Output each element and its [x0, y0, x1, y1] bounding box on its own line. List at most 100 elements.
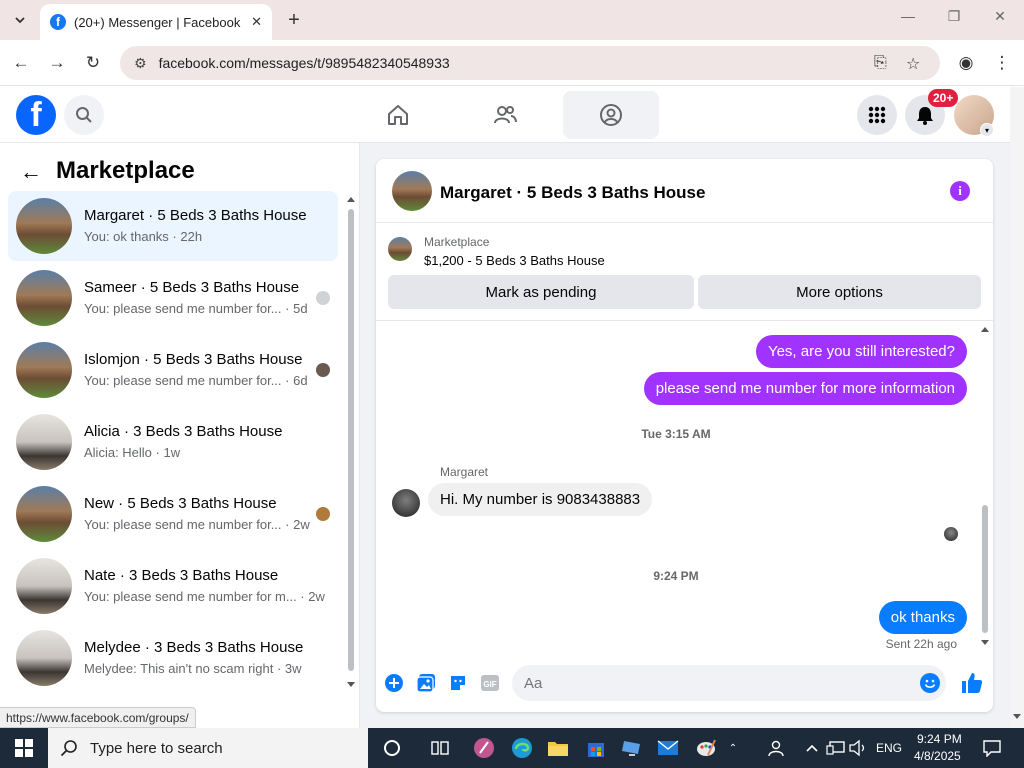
thread-nate[interactable]: Nate · 3 Beds 3 Baths House You: please …: [8, 551, 338, 621]
task-view-icon[interactable]: [428, 736, 452, 760]
chat-title[interactable]: Margaret · 5 Beds 3 Baths House: [440, 183, 705, 203]
thread-thumbnail: [16, 630, 72, 686]
paint-app-icon[interactable]: [694, 736, 718, 760]
like-button[interactable]: [960, 671, 984, 695]
sidebar-scrollbar[interactable]: [346, 195, 356, 687]
scroll-down-icon[interactable]: [346, 681, 356, 689]
mail-icon[interactable]: [656, 736, 680, 760]
scroll-up-icon[interactable]: [346, 195, 356, 203]
more-options-button[interactable]: More options: [698, 275, 981, 309]
file-explorer-icon[interactable]: [546, 736, 570, 760]
thread-name: Sameer · 5 Beds 3 Baths House: [84, 279, 300, 296]
message-input[interactable]: [512, 665, 946, 701]
scroll-up-icon[interactable]: [980, 325, 990, 333]
thread-new[interactable]: New · 5 Beds 3 Baths House You: please s…: [8, 479, 338, 549]
outgoing-message[interactable]: ok thanks: [878, 601, 967, 634]
friends-icon: [494, 106, 517, 124]
scroll-down-icon[interactable]: [980, 639, 990, 647]
sidebar-scroll-thumb[interactable]: [348, 209, 354, 671]
emoji-icon: [921, 674, 939, 692]
taskbar-scroll-chevrons-icon[interactable]: ⌃: [726, 736, 740, 760]
people-icon[interactable]: [762, 736, 786, 760]
clock-date[interactable]: 4/8/2025: [914, 749, 961, 763]
facebook-search-button[interactable]: [64, 95, 104, 135]
menu-grid-button[interactable]: [857, 95, 897, 135]
attach-photo-button[interactable]: [416, 673, 436, 693]
back-button[interactable]: ←: [8, 50, 34, 76]
scroll-down-icon[interactable]: [1012, 713, 1022, 721]
nav-tab-marketplace[interactable]: [563, 91, 659, 139]
thread-alicia[interactable]: Alicia · 3 Beds 3 Baths House Alicia: He…: [8, 407, 338, 477]
page-scrollbar[interactable]: [1010, 87, 1024, 728]
reload-button[interactable]: ↻: [80, 50, 106, 76]
thread-snippet: You: ok thanks · 22h: [84, 229, 203, 244]
thread-snippet: Melydee: This ain't no scam right · 3w: [84, 661, 302, 676]
browser-tab-bar: f (20+) Messenger | Facebook ✕ + — ❐ ✕: [0, 0, 1024, 40]
thread-name: New · 5 Beds 3 Baths House: [84, 495, 277, 512]
thread-snippet: You: please send me number for... · 6d: [84, 373, 308, 388]
tab-search-menu-button[interactable]: [6, 6, 34, 34]
facebook-favicon-icon: f: [50, 14, 66, 30]
link-status-bubble: https://www.facebook.com/groups/: [0, 707, 196, 728]
outgoing-message[interactable]: Yes, are you still interested?: [755, 335, 967, 368]
edge-browser-icon[interactable]: [510, 736, 534, 760]
emoji-button[interactable]: [920, 673, 940, 693]
browser-menu-icon[interactable]: ⋮: [989, 50, 1015, 76]
chat-panel: Margaret · 5 Beds 3 Baths House i Market…: [376, 159, 993, 712]
window-restore-button[interactable]: ❐: [942, 8, 966, 25]
message-composer: GIF: [376, 663, 993, 703]
site-settings-icon[interactable]: ⚙: [134, 55, 147, 72]
user-circle-icon: [600, 104, 622, 126]
chat-header-thumbnail[interactable]: [392, 171, 432, 211]
thread-islomjon[interactable]: Islomjon · 5 Beds 3 Baths House You: ple…: [8, 335, 338, 405]
add-attachment-button[interactable]: [384, 673, 404, 693]
sticker-button[interactable]: [448, 673, 468, 693]
new-tab-button[interactable]: +: [282, 8, 306, 32]
language-indicator[interactable]: ENG: [876, 741, 902, 755]
volume-icon[interactable]: [846, 736, 870, 760]
nav-tab-friends[interactable]: [457, 91, 553, 139]
facebook-logo[interactable]: f: [16, 95, 56, 135]
thread-thumbnail: [16, 486, 72, 542]
install-app-icon[interactable]: ⎘: [874, 54, 887, 72]
grid-menu-icon: [868, 106, 886, 124]
listing-thumbnail[interactable]: [388, 237, 412, 261]
show-hidden-icons-chevron-icon[interactable]: [800, 736, 824, 760]
address-bar[interactable]: ⚙ facebook.com/messages/t/98954823405489…: [120, 46, 940, 80]
nav-tab-home[interactable]: [350, 91, 446, 139]
forward-button[interactable]: →: [44, 50, 70, 76]
cortana-icon[interactable]: [380, 736, 404, 760]
message-scrollbar[interactable]: [980, 325, 990, 649]
message-scroll-thumb[interactable]: [982, 505, 988, 633]
store-icon[interactable]: [584, 736, 608, 760]
outgoing-message[interactable]: please send me number for more informati…: [643, 372, 967, 405]
window-close-button[interactable]: ✕: [988, 8, 1012, 25]
app-feather-icon[interactable]: [472, 736, 496, 760]
action-center-icon[interactable]: [980, 736, 1004, 760]
mark-as-pending-button[interactable]: Mark as pending: [388, 275, 694, 309]
network-icon[interactable]: [824, 736, 848, 760]
start-button[interactable]: [0, 728, 48, 768]
thread-sameer[interactable]: Sameer · 5 Beds 3 Baths House You: pleas…: [8, 263, 338, 333]
windows-taskbar: Type here to search ⌃ ENG 9:24 PM 4/8/20…: [0, 728, 1024, 768]
clock-time[interactable]: 9:24 PM: [917, 732, 962, 746]
profile-icon[interactable]: ◉: [953, 50, 979, 76]
bookmark-star-icon[interactable]: ☆: [906, 54, 920, 74]
incoming-message[interactable]: Hi. My number is 9083438883: [428, 483, 653, 516]
account-chevron-icon[interactable]: ▾: [980, 123, 994, 137]
home-icon: [388, 105, 408, 125]
listing-price[interactable]: $1,200 - 5 Beds 3 Baths House: [424, 253, 605, 268]
window-minimize-button[interactable]: —: [896, 8, 920, 24]
sender-avatar[interactable]: [392, 489, 420, 517]
taskbar-search-box[interactable]: Type here to search: [48, 728, 368, 768]
tab-close-icon[interactable]: ✕: [251, 14, 262, 30]
back-arrow-icon[interactable]: ←: [20, 159, 42, 185]
notification-badge: 20+: [928, 89, 959, 107]
monitor-app-icon[interactable]: [620, 736, 644, 760]
gif-button[interactable]: GIF: [480, 673, 500, 693]
info-icon[interactable]: i: [950, 181, 970, 201]
thread-melydee[interactable]: Melydee · 3 Beds 3 Baths House Melydee: …: [8, 623, 338, 693]
chevron-down-icon: [15, 17, 25, 24]
browser-tab-active[interactable]: f (20+) Messenger | Facebook ✕: [40, 4, 272, 40]
thread-margaret[interactable]: Margaret · 5 Beds 3 Baths House You: ok …: [8, 191, 338, 261]
